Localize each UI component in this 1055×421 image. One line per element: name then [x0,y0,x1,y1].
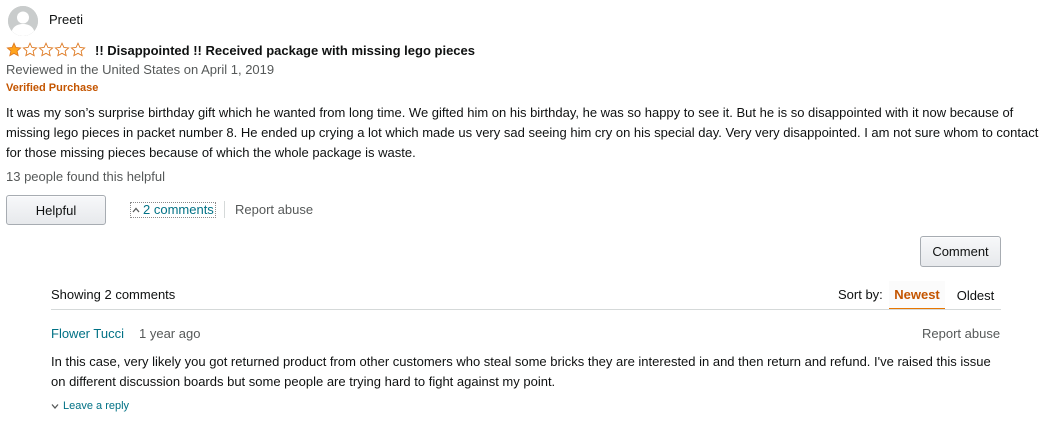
sort-oldest-tab[interactable]: Oldest [950,281,1001,310]
sort-newest-tab[interactable]: Newest [889,281,945,310]
user-avatar-icon [8,6,38,36]
comments-divider [51,309,1001,310]
sort-label: Sort by: [838,287,883,302]
chevron-up-icon [132,207,140,213]
chevron-down-icon [51,404,59,409]
star-empty-icon [70,42,86,57]
leave-reply-link[interactable]: Leave a reply [51,400,129,412]
comment-report-abuse-link[interactable]: Report abuse [922,326,1000,341]
review-body: It was my son’s surprise birthday gift w… [6,105,1039,160]
comment-button[interactable]: Comment [920,236,1001,267]
comment-text: In this case, very likely you got return… [51,354,991,389]
comment-time: 1 year ago [139,326,201,341]
verified-purchase-badge: Verified Purchase [6,82,99,94]
comments-count: Showing 2 comments [51,287,176,302]
helpful-count: 13 people found this helpful [6,169,166,184]
report-abuse-link[interactable]: Report abuse [235,202,313,217]
reviewer-name[interactable]: Preeti [49,12,83,27]
review-date: Reviewed in the United States on April 1… [6,62,275,77]
star-rating[interactable] [6,42,86,58]
star-empty-icon [54,42,70,57]
divider [224,201,225,218]
leave-reply-label: Leave a reply [63,400,130,412]
comment-author[interactable]: Flower Tucci [51,326,124,341]
star-empty-icon [22,42,38,57]
star-empty-icon [38,42,54,57]
comments-toggle-label: 2 comments [143,202,214,217]
avatar [8,6,38,36]
review-title[interactable]: !! Disappointed !! Received package with… [95,43,475,58]
star-filled-icon [6,42,22,57]
helpful-button[interactable]: Helpful [6,195,106,225]
comments-toggle[interactable]: 2 comments [130,202,216,218]
